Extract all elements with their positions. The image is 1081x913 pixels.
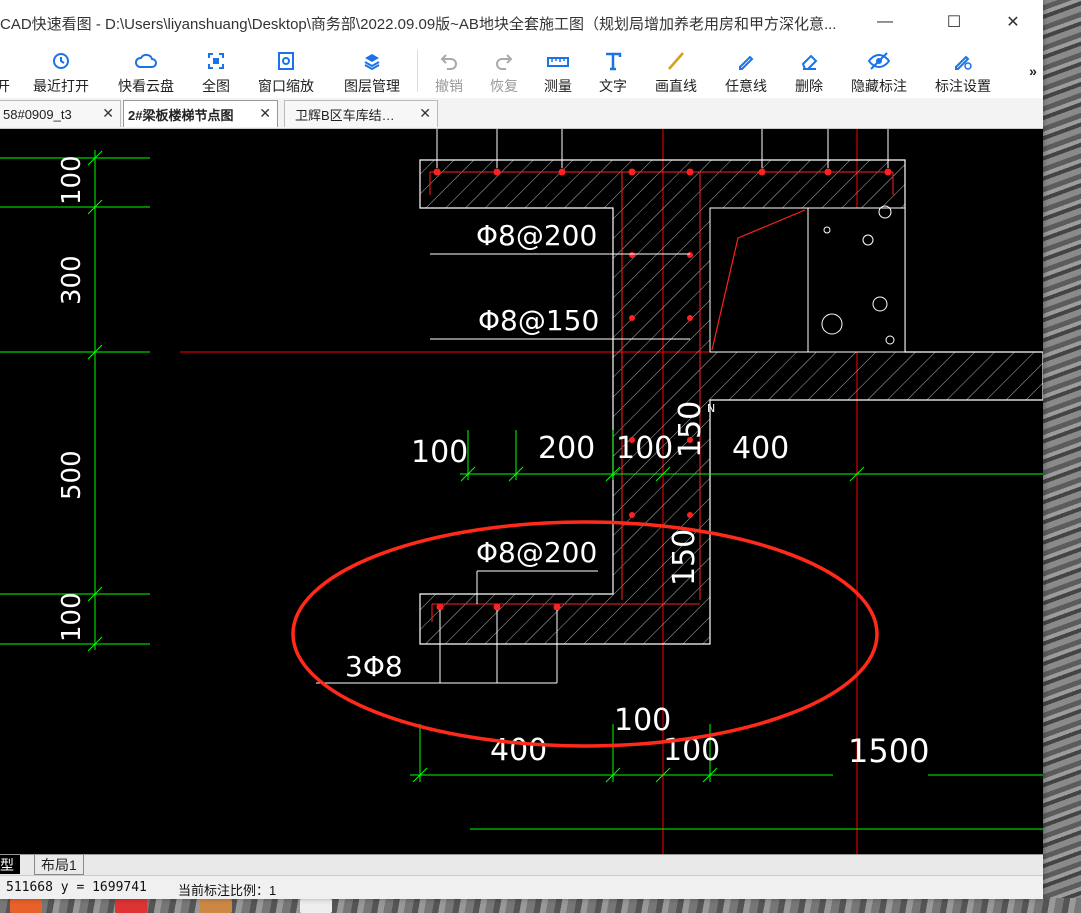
undo-icon: [439, 48, 459, 74]
tab-model[interactable]: 型: [0, 855, 20, 874]
tab-close-icon[interactable]: ✕: [102, 105, 114, 122]
recent-icon: [51, 48, 71, 74]
title-bar: CAD快速看图 - D:\Users\liyanshuang\Desktop\商…: [0, 0, 1043, 44]
toolbar-recent-button[interactable]: 最近打开: [30, 44, 92, 98]
status-bar: 511668 y = 1699741 当前标注比例：1: [0, 875, 1043, 899]
zoom-window-icon: [276, 48, 296, 74]
dim-text: 150: [667, 529, 702, 586]
toolbar: 开 最近打开 快看云盘 全图 窗口缩放 图层管理 撤销 恢复 测量 文字 画直线…: [0, 44, 1043, 98]
close-button[interactable]: ✕: [990, 0, 1036, 44]
dim-text: 200: [538, 431, 595, 466]
rebar-label: 3Φ8: [345, 650, 403, 683]
tab-label: 2#梁板楼梯节点图: [128, 107, 234, 123]
toolbar-layers-button[interactable]: 图层管理: [340, 44, 404, 98]
taskbar-app-icon[interactable]: [115, 899, 147, 913]
tab-layout1[interactable]: 布局1: [34, 855, 84, 875]
dim-text: 100: [411, 435, 468, 470]
measure-icon: [546, 48, 570, 74]
toolbar-cloud-button[interactable]: 快看云盘: [114, 44, 178, 98]
left-dimension-lines: [0, 150, 150, 652]
taskbar-strip: [0, 898, 1081, 913]
dim-text: 300: [57, 255, 87, 305]
toolbar-zoom-window-button[interactable]: 窗口缩放: [254, 44, 318, 98]
document-tabs: 58#0909_t3 ✕ 2#梁板楼梯节点图 ✕ 卫辉B区车库结… ✕: [0, 98, 1043, 129]
dim-text: 100: [57, 155, 87, 205]
maximize-button[interactable]: ☐: [931, 0, 977, 44]
tab-document-active[interactable]: 2#梁板楼梯节点图 ✕: [123, 100, 278, 127]
cad-viewer-window: CAD快速看图 - D:\Users\liyanshuang\Desktop\商…: [0, 0, 1043, 899]
tab-label: 卫辉B区车库结…: [295, 107, 395, 123]
toolbar-text-button[interactable]: 文字: [596, 44, 630, 98]
text-icon: [603, 48, 623, 74]
fit-icon: [206, 48, 226, 74]
dim-text: 500: [57, 450, 87, 500]
cloud-icon: [134, 48, 158, 74]
toolbar-hide-annotations-button[interactable]: 隐藏标注: [848, 44, 910, 98]
toolbar-open-button[interactable]: 开: [0, 44, 10, 98]
toolbar-measure-button[interactable]: 测量: [541, 44, 575, 98]
left-dimension-texts: 100 300 500 100: [57, 155, 87, 642]
layout-tabs: 型 布局1: [0, 854, 1043, 875]
line-icon: [666, 48, 686, 74]
rebar-label: Φ8@200: [476, 536, 597, 569]
tab-document[interactable]: 58#0909_t3 ✕: [0, 100, 121, 127]
taskbar-app-icon[interactable]: [300, 899, 332, 913]
toolbar-annotation-settings-button[interactable]: 标注设置: [932, 44, 994, 98]
freehand-icon: [736, 48, 756, 74]
dim-text: 400: [732, 431, 789, 466]
toolbar-separator: [417, 50, 418, 92]
mid-dimension-texts: 100 200 100 150 400 150 N: [411, 401, 789, 586]
eraser-icon: [799, 48, 819, 74]
dim-text: 100: [616, 431, 673, 466]
layers-icon: [362, 48, 382, 74]
toolbar-more-button[interactable]: »: [1026, 44, 1040, 98]
toolbar-fit-button[interactable]: 全图: [198, 44, 234, 98]
dim-text: 400: [490, 733, 547, 768]
toolbar-line-button[interactable]: 画直线: [652, 44, 700, 98]
drawing-canvas[interactable]: 100 300 500 100 Φ8@200 Φ8@150 Φ8@200 3Φ8…: [0, 129, 1043, 854]
tab-close-icon[interactable]: ✕: [419, 105, 431, 122]
cad-drawing: 100 300 500 100 Φ8@200 Φ8@150 Φ8@200 3Φ8…: [0, 129, 1043, 854]
desktop-background: [1040, 0, 1081, 913]
dim-text: 1500: [848, 732, 929, 770]
taskbar-app-icon[interactable]: [200, 899, 232, 913]
tab-close-icon[interactable]: ✕: [259, 105, 271, 122]
toolbar-delete-button[interactable]: 删除: [792, 44, 826, 98]
small-mark: N: [707, 402, 715, 415]
dim-text: 100: [57, 592, 87, 642]
annotation-settings-icon: [952, 48, 974, 74]
annotation-scale: 当前标注比例：1: [178, 883, 277, 898]
taskbar-app-icon[interactable]: [10, 899, 42, 913]
rebar-label: Φ8@200: [476, 219, 597, 252]
tab-label: 58#0909_t3: [3, 106, 72, 122]
tab-document[interactable]: 卫辉B区车库结… ✕: [284, 100, 438, 127]
eye-icon: [867, 48, 891, 74]
dim-text: 150: [673, 401, 708, 458]
toolbar-freehand-button[interactable]: 任意线: [722, 44, 770, 98]
rebar-label: Φ8@150: [478, 304, 599, 337]
toolbar-undo-button[interactable]: 撤销: [432, 44, 466, 98]
minimize-button[interactable]: —: [862, 0, 908, 44]
toolbar-redo-button[interactable]: 恢复: [487, 44, 521, 98]
redo-icon: [494, 48, 514, 74]
window-title: CAD快速看图 - D:\Users\liyanshuang\Desktop\商…: [0, 16, 837, 33]
coordinate-readout: 511668 y = 1699741: [6, 880, 147, 895]
